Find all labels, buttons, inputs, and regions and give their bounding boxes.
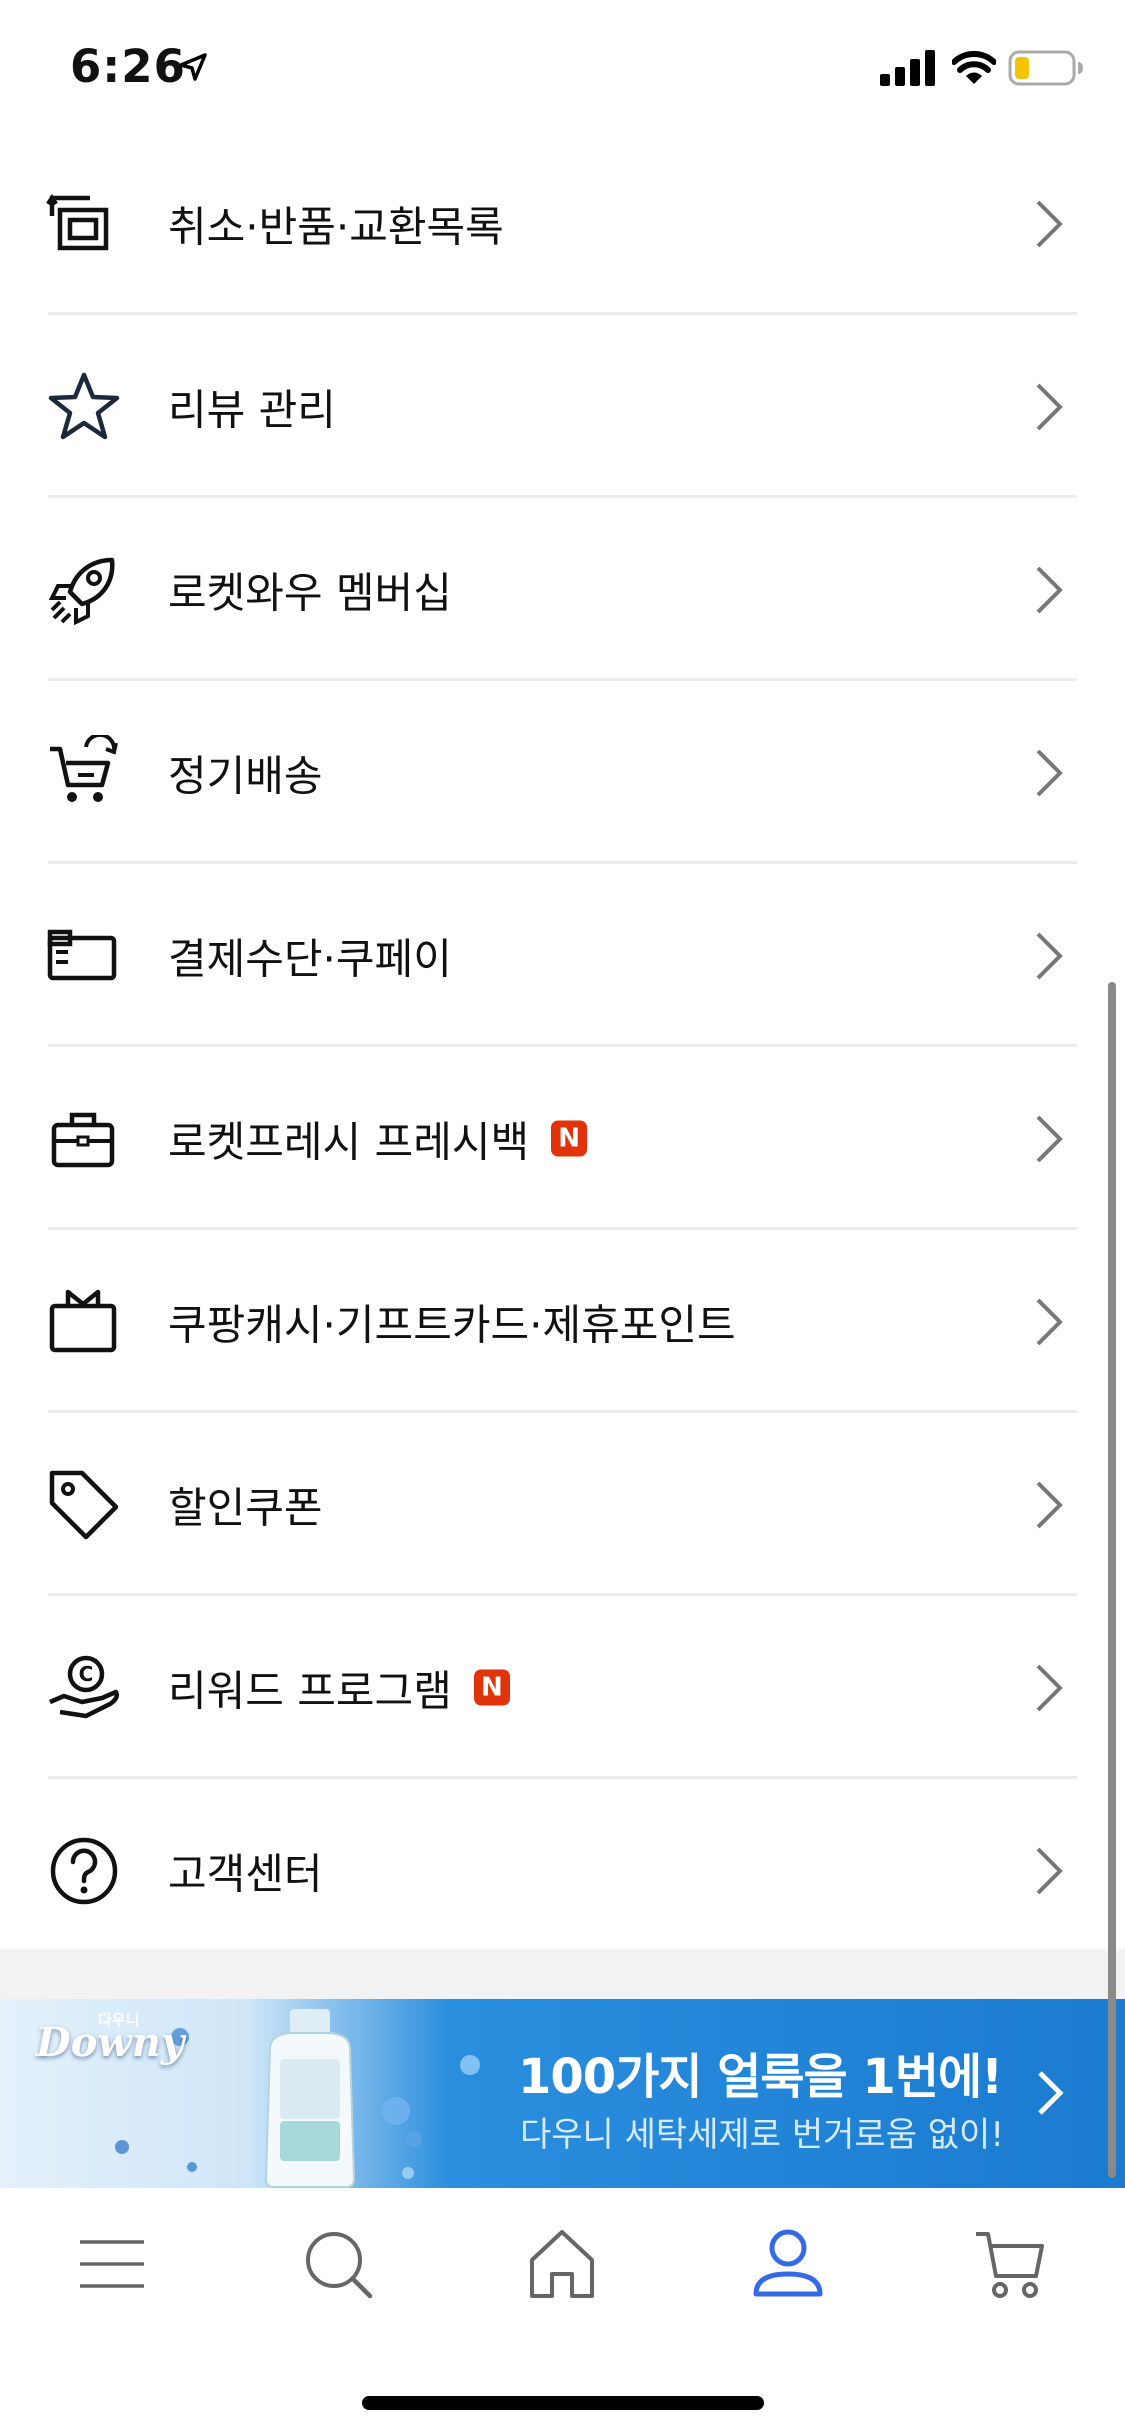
- status-bar: 6:26: [0, 0, 1125, 132]
- chevron-right-icon[interactable]: [1034, 2069, 1064, 2117]
- battery-low-icon: [1008, 50, 1083, 86]
- cart-icon[interactable]: [970, 2224, 1050, 2304]
- menu-item-label: 로켓프레시 프레시백: [168, 1117, 530, 1166]
- wifi-icon: [952, 51, 996, 84]
- wallet-card-icon: [47, 929, 117, 980]
- menu-item-label: 리워드 프로그램: [168, 1666, 452, 1715]
- new-badge: N: [473, 1669, 510, 1706]
- menu-item-rocket-wow[interactable]: 로켓와우 멤버십: [0, 498, 1125, 681]
- detergent-bottle-image: [264, 2009, 356, 2188]
- chevron-right-icon: [1036, 749, 1063, 796]
- menu-item-label: 로켓와우 멤버십: [168, 568, 452, 617]
- menu-item-rocket-fresh-bag[interactable]: 로켓프레시 프레시백 N: [0, 1047, 1125, 1230]
- fresh-bag-icon: [51, 1112, 115, 1167]
- status-time: 6:26: [70, 40, 186, 93]
- cellular-signal-icon: [880, 50, 935, 86]
- ad-subtext: 다우니 세탁세제로 번거로움 없이!: [520, 2115, 1004, 2155]
- menu-item-label: 정기배송: [168, 751, 323, 800]
- menu-item-label: 리뷰 관리: [168, 385, 336, 434]
- home-indicator: [362, 2396, 764, 2410]
- chevron-right-icon: [1036, 1481, 1063, 1528]
- menu-item-payment-methods[interactable]: 결제수단·쿠페이: [0, 864, 1125, 1047]
- ad-banner[interactable]: Downy 다우니 100가지 얼룩을 1번에! 다우니 세탁세제로 번거로움 …: [0, 1999, 1125, 2188]
- return-box-icon: [46, 193, 109, 250]
- reward-hand-coin-icon: C: [49, 1655, 119, 1718]
- chevron-right-icon: [1036, 1664, 1063, 1711]
- chevron-right-icon: [1036, 1298, 1063, 1345]
- price-tag-icon: [49, 1470, 119, 1539]
- rocket-icon: [48, 557, 115, 625]
- chevron-right-icon: [1036, 1847, 1063, 1894]
- menu-item-label: 취소·반품·교환목록: [168, 202, 504, 251]
- menu-item-returns[interactable]: 취소·반품·교환목록: [0, 132, 1125, 315]
- location-arrow-icon: [179, 53, 207, 81]
- chevron-right-icon: [1036, 1115, 1063, 1162]
- chevron-right-icon: [1036, 200, 1063, 247]
- chevron-right-icon: [1036, 566, 1063, 613]
- subscription-cart-icon: [50, 734, 118, 802]
- menu-item-label: 결제수단·쿠페이: [168, 934, 452, 983]
- home-icon[interactable]: [522, 2224, 602, 2304]
- scroll-indicator[interactable]: [1108, 982, 1116, 2178]
- search-icon[interactable]: [298, 2224, 378, 2304]
- menu-item-label: 고객센터: [168, 1849, 323, 1898]
- my-account-icon[interactable]: [748, 2224, 828, 2304]
- menu-item-reward-program[interactable]: C 리워드 프로그램 N: [0, 1596, 1125, 1779]
- menu-item-coupang-cash[interactable]: 쿠팡캐시·기프트카드·제휴포인트: [0, 1230, 1125, 1413]
- help-circle-icon: [50, 1837, 118, 1904]
- section-gap: [0, 1949, 1125, 1999]
- chevron-right-icon: [1036, 932, 1063, 979]
- menu-icon[interactable]: [72, 2224, 152, 2304]
- chevron-right-icon: [1036, 383, 1063, 430]
- gift-box-icon: [49, 1289, 117, 1352]
- svg-text:C: C: [79, 1662, 94, 1686]
- menu-item-customer-center[interactable]: 고객센터: [0, 1779, 1125, 1962]
- star-icon: [48, 372, 120, 439]
- menu-item-label: 할인쿠폰: [168, 1483, 323, 1532]
- menu-item-discount-coupons[interactable]: 할인쿠폰: [0, 1413, 1125, 1596]
- menu-item-label: 쿠팡캐시·기프트카드·제휴포인트: [168, 1300, 736, 1349]
- menu-item-subscription-delivery[interactable]: 정기배송: [0, 681, 1125, 864]
- menu-item-review-management[interactable]: 리뷰 관리: [0, 315, 1125, 498]
- ad-brand-sub: 다우니: [98, 2011, 140, 2029]
- ad-headline: 100가지 얼룩을 1번에!: [518, 2049, 1003, 2105]
- new-badge: N: [551, 1120, 588, 1157]
